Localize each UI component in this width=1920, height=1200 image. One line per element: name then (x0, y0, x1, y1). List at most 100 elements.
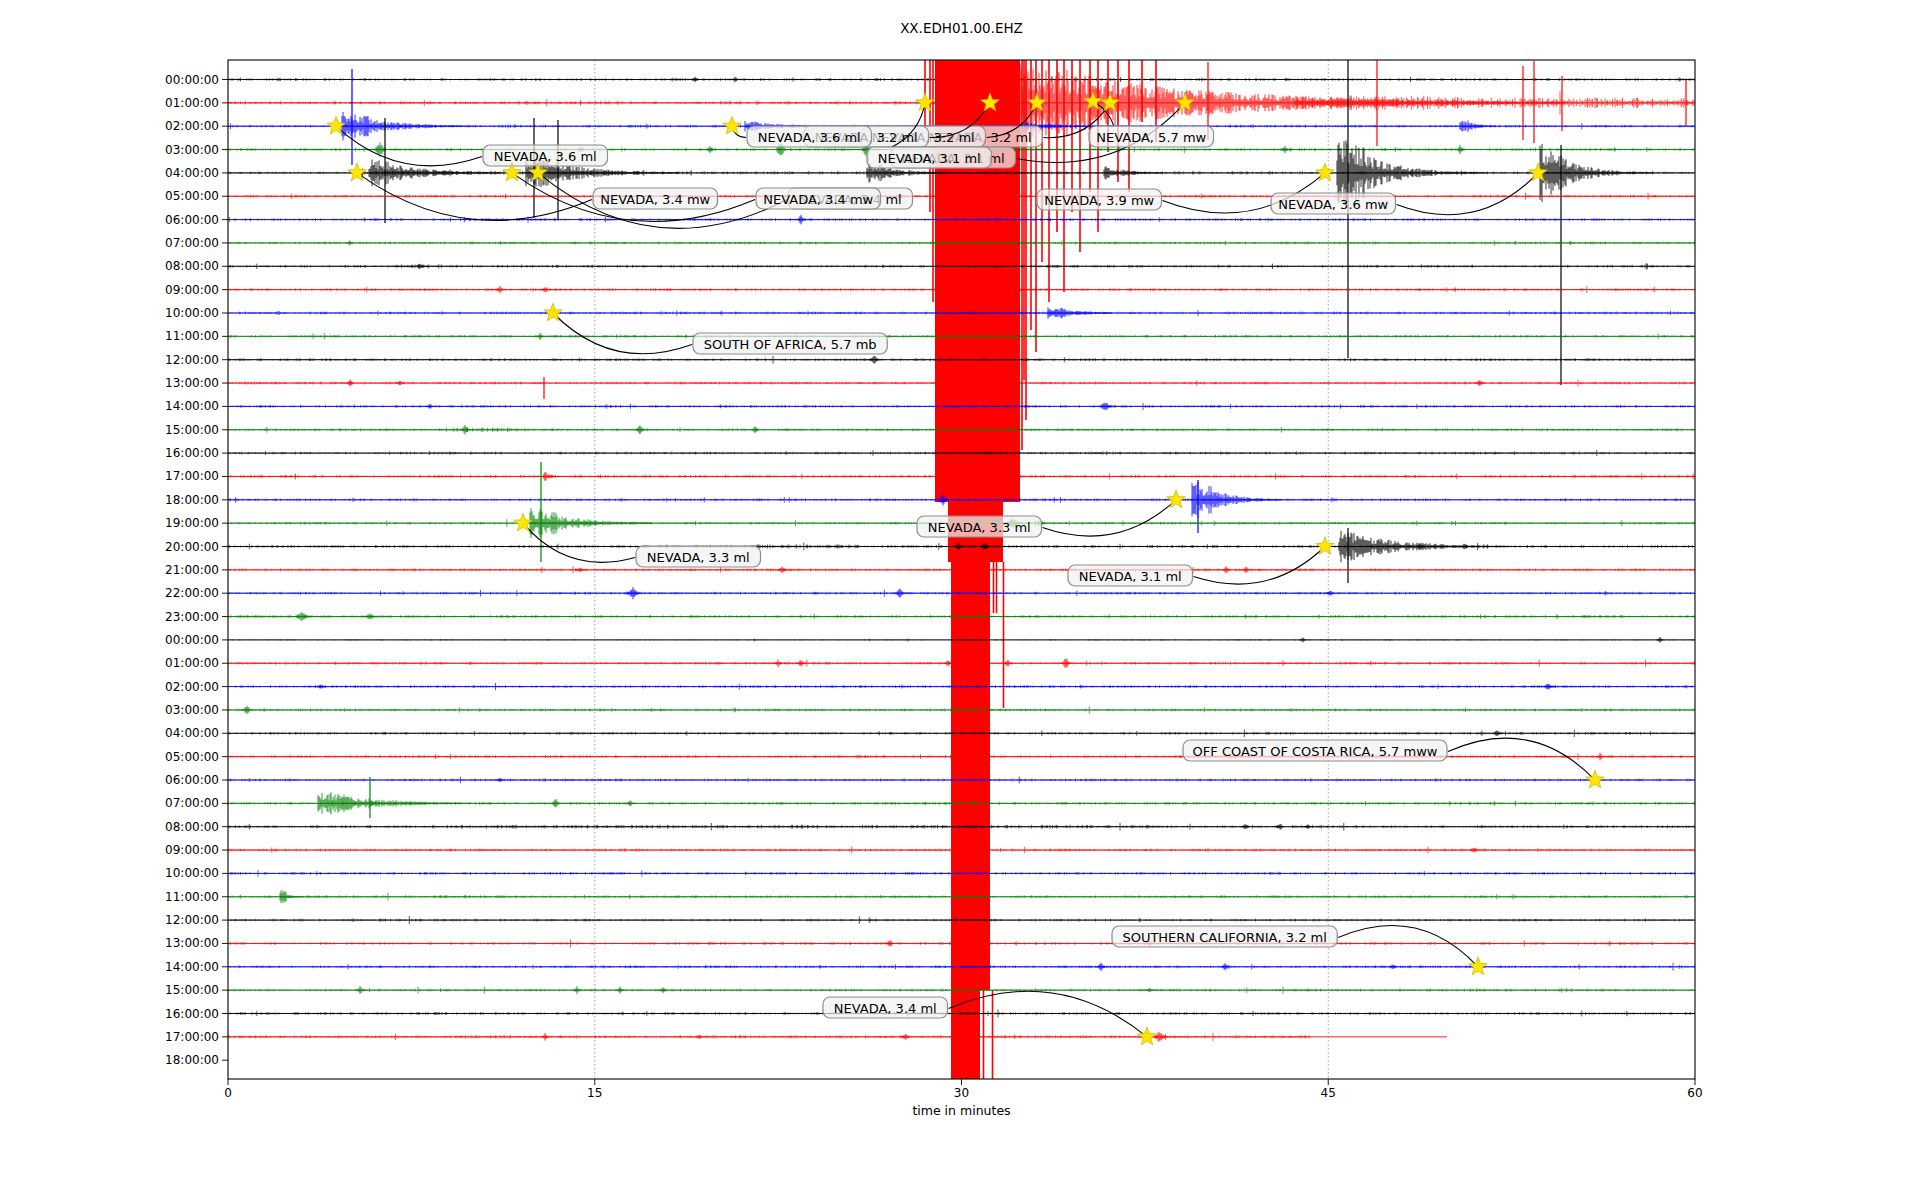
event-connector (1338, 926, 1478, 967)
y-tick-label: 01:00:00 (165, 656, 219, 670)
y-tick-label: 23:00:00 (165, 610, 219, 624)
y-tick-label: 09:00:00 (165, 283, 219, 297)
plot-area: 00:00:00 01:00:00 02:00:00 03:00:00 04:00:00… (0, 0, 1920, 1200)
y-tick-label: 06:00:00 (165, 213, 219, 227)
event-label: NEVADA, 3.9 mw (1044, 193, 1154, 208)
event-annotation: NEVADA, 3.3 ml (523, 523, 761, 567)
event-label: NEVADA, 3.6 ml (494, 149, 597, 164)
y-tick-label: 13:00:00 (165, 936, 219, 950)
event-label: NEVADA, 3.4 mw (763, 192, 873, 207)
y-tick-label: 05:00:00 (165, 189, 219, 203)
x-axis: 0 15 30 45 60 (224, 1079, 1702, 1100)
trace-burst (868, 356, 880, 364)
event-annotation: SOUTH OF AFRICA, 5.7 mb (553, 313, 887, 354)
y-tick-label: 04:00:00 (165, 726, 219, 740)
event-connector (553, 313, 692, 354)
y-tick-label: 03:00:00 (165, 703, 219, 717)
y-tick-label: 16:00:00 (165, 446, 219, 460)
x-tick-label: 0 (224, 1086, 232, 1100)
trace-burst (347, 240, 353, 245)
event-label: NEVADA, 3.4 mw (600, 192, 710, 207)
event-label: NEVADA, 3.6 mw (1278, 197, 1388, 212)
y-tick-label: 20:00:00 (165, 540, 219, 554)
event-annotation: SOUTHERN CALIFORNIA, 3.2 ml (1112, 926, 1478, 967)
y-tick-label: 08:00:00 (165, 820, 219, 834)
event-annotation: NEVADA, 3.6 ml (336, 126, 608, 166)
y-tick-label: 16:00:00 (165, 1007, 219, 1021)
trace-burst (1470, 848, 1478, 853)
y-tick-label: 17:00:00 (165, 469, 219, 483)
trace-burst (1048, 307, 1112, 318)
y-tick-label: 11:00:00 (165, 890, 219, 904)
event-star-icon (348, 163, 367, 181)
y-tick-label: 18:00:00 (165, 493, 219, 507)
event-connector (1448, 738, 1595, 780)
trace-row (228, 1032, 1447, 1042)
y-tick-label: 15:00:00 (165, 423, 219, 437)
x-axis-label: time in minutes (228, 1103, 1695, 1118)
y-tick-label: 07:00:00 (165, 796, 219, 810)
y-tick-label: 00:00:00 (165, 633, 219, 647)
event-star-icon (514, 513, 533, 531)
y-tick-label: 19:00:00 (165, 516, 219, 530)
y-tick-label: 17:00:00 (165, 1030, 219, 1044)
event-blob-rect (951, 990, 980, 1079)
event-annotation: NEVADA, 3.6 mw (1271, 173, 1538, 215)
y-tick-label: 12:00:00 (165, 913, 219, 927)
event-label: NEVADA, 3.3 ml (928, 520, 1031, 535)
trace-burst (1596, 753, 1604, 761)
y-axis: 00:00:00 01:00:00 02:00:00 03:00:00 04:00:00… (165, 73, 228, 1068)
y-tick-label: 02:00:00 (165, 680, 219, 694)
y-tick-label: 14:00:00 (165, 399, 219, 413)
event-label: NEVADA, 3.1 ml (1079, 569, 1182, 584)
y-tick-label: 15:00:00 (165, 983, 219, 997)
trace-burst (497, 778, 503, 782)
y-tick-label: 04:00:00 (165, 166, 219, 180)
event-label: NEVADA, 3.4 ml (834, 1001, 937, 1016)
event-label: SOUTHERN CALIFORNIA, 3.2 ml (1122, 930, 1326, 945)
y-tick-label: 14:00:00 (165, 960, 219, 974)
event-annotation: NEVADA, 3.4 ml (823, 991, 1147, 1037)
seismogram-figure: XX.EDH01.00.EHZ 00:00:0001:00:0002:00:00… (0, 0, 1920, 1200)
event-connector (1397, 173, 1539, 215)
y-tick-label: 10:00:00 (165, 306, 219, 320)
y-tick-label: 03:00:00 (165, 143, 219, 157)
event-label: NEVADA, 3.1 ml (878, 151, 981, 166)
y-tick-label: 12:00:00 (165, 353, 219, 367)
event-star-icon (544, 303, 563, 321)
trace-burst (1493, 731, 1501, 737)
event-annotation: NEVADA, 3.6 ml (732, 126, 872, 147)
x-tick-label: 30 (954, 1086, 969, 1100)
event-annotation: OFF COAST OF COSTA RICA, 5.7 mww (1183, 738, 1595, 780)
event-label: NEVADA, 3.3 ml (647, 550, 750, 565)
y-tick-label: 18:00:00 (165, 1053, 219, 1067)
y-tick-label: 09:00:00 (165, 843, 219, 857)
y-tick-label: 05:00:00 (165, 750, 219, 764)
event-label: OFF COAST OF COSTA RICA, 5.7 mww (1193, 744, 1438, 759)
event-label: NEVADA, 3.6 ml (758, 130, 861, 145)
event-annotation: NEVADA, 3.1 ml (1068, 547, 1325, 587)
event-blob-rect (951, 562, 990, 990)
y-tick-label: 21:00:00 (165, 563, 219, 577)
event-label: SOUTH OF AFRICA, 5.7 mb (704, 337, 877, 352)
y-tick-label: 00:00:00 (165, 73, 219, 87)
y-tick-label: 11:00:00 (165, 329, 219, 343)
trace-burst (416, 264, 424, 269)
y-tick-label: 02:00:00 (165, 119, 219, 133)
y-tick-label: 13:00:00 (165, 376, 219, 390)
event-star-icon (1138, 1027, 1157, 1045)
x-tick-label: 15 (587, 1086, 602, 1100)
y-tick-label: 06:00:00 (165, 773, 219, 787)
y-tick-label: 01:00:00 (165, 96, 219, 110)
y-tick-label: 10:00:00 (165, 866, 219, 880)
trace-burst (536, 333, 544, 340)
y-tick-label: 07:00:00 (165, 236, 219, 250)
x-tick-label: 60 (1687, 1086, 1702, 1100)
y-tick-label: 22:00:00 (165, 586, 219, 600)
event-connector (336, 126, 482, 166)
event-label: NEVADA, 5.7 mw (1096, 130, 1206, 145)
event-star-icon (1529, 163, 1548, 181)
x-tick-label: 45 (1321, 1086, 1336, 1100)
y-tick-label: 08:00:00 (165, 259, 219, 273)
event-connector (1194, 547, 1326, 585)
